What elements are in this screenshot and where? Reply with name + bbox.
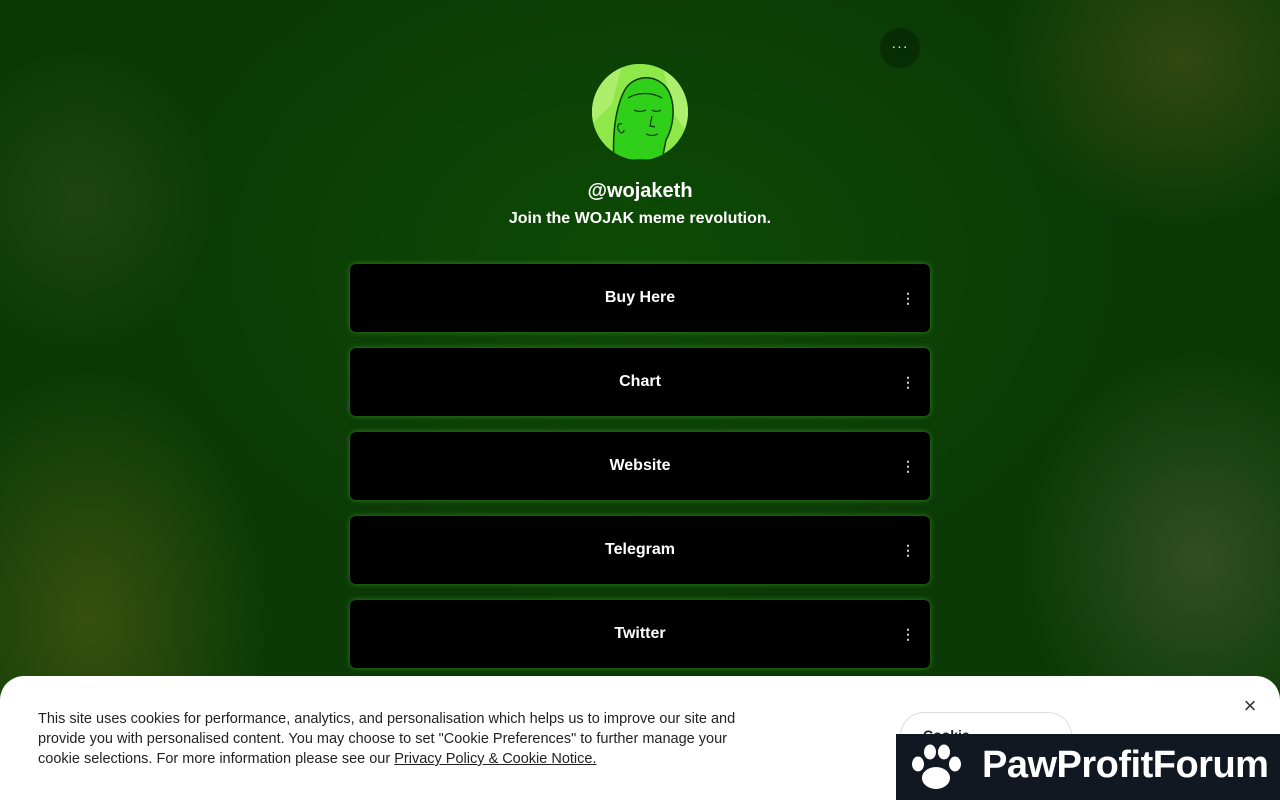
paw-icon	[912, 744, 961, 789]
link-label: Chart	[619, 373, 661, 390]
link-label: Twitter	[614, 625, 666, 642]
link-label: Website	[609, 457, 671, 474]
link-button-buy-here[interactable]: Buy Here ⋮	[350, 264, 930, 332]
link-label: Telegram	[605, 541, 675, 558]
privacy-policy-link[interactable]: Privacy Policy & Cookie Notice.	[394, 751, 596, 767]
watermark-text: PawProfitForum	[982, 744, 1269, 786]
link-button-website[interactable]: Website ⋮	[350, 432, 930, 500]
more-options-button[interactable]: ···	[880, 28, 920, 68]
wojak-avatar-image	[592, 64, 688, 160]
link-menu-icon[interactable]: ⋮	[900, 600, 916, 668]
cookie-text: This site uses cookies for performance, …	[38, 709, 758, 769]
close-icon[interactable]: ×	[1240, 695, 1260, 717]
link-menu-icon[interactable]: ⋮	[900, 516, 916, 584]
link-button-telegram[interactable]: Telegram ⋮	[350, 516, 930, 584]
link-button-chart[interactable]: Chart ⋮	[350, 348, 930, 416]
link-button-twitter[interactable]: Twitter ⋮	[350, 600, 930, 668]
profile-bio: Join the WOJAK meme revolution.	[508, 210, 772, 227]
profile-handle: @wojaketh	[587, 180, 693, 202]
link-menu-icon[interactable]: ⋮	[900, 432, 916, 500]
cookie-message: This site uses cookies for performance, …	[38, 711, 736, 767]
watermark: PawProfitForum	[896, 734, 1280, 800]
link-menu-icon[interactable]: ⋮	[900, 348, 916, 416]
avatar	[592, 64, 688, 160]
link-menu-icon[interactable]: ⋮	[900, 264, 916, 332]
link-label: Buy Here	[604, 289, 676, 306]
